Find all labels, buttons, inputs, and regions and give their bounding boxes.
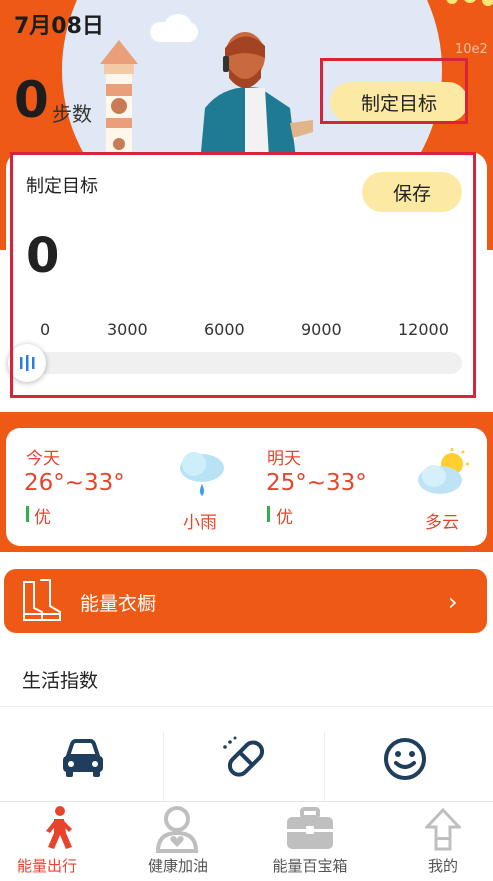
walking-person-icon: [46, 806, 72, 849]
tomorrow-condition: 多云: [425, 513, 459, 533]
tab-label: 我的: [427, 857, 458, 875]
chevron-right-icon: ›: [448, 588, 458, 616]
steps-count: 0: [14, 71, 49, 129]
aqi-indicator: [26, 506, 29, 522]
tab-toolbox[interactable]: 能量百宝箱: [250, 801, 370, 881]
date-label: 7月08日: [14, 14, 104, 39]
tomorrow-temp: 25°~33°: [266, 470, 367, 496]
today-temp: 26°~33°: [24, 470, 125, 496]
steps-unit-label: 步数: [52, 102, 92, 126]
today-condition: 小雨: [183, 513, 217, 533]
tab-health[interactable]: 健康加油: [118, 801, 238, 881]
paw-icon: [446, 0, 493, 6]
tab-energy-travel[interactable]: 能量出行: [0, 801, 120, 881]
life-index-title: 生活指数: [22, 670, 99, 692]
light-rain-icon: [180, 452, 224, 496]
today-aqi: 优: [34, 508, 51, 528]
boots-icon: [23, 579, 61, 621]
divider: [163, 732, 164, 802]
toolbox-icon: [287, 807, 333, 849]
highlight-frame-goal-card: [10, 152, 476, 398]
tab-label: 健康加油: [147, 857, 208, 875]
car-icon[interactable]: [60, 738, 106, 780]
divider: [324, 732, 325, 802]
highlight-frame-goal-button: [320, 58, 468, 124]
tab-label: 能量出行: [16, 857, 77, 875]
divider: [0, 706, 493, 707]
partly-cloudy-icon: [418, 448, 469, 494]
smiley-icon[interactable]: [382, 736, 428, 782]
faint-label: 10e2: [455, 42, 488, 57]
tomorrow-label: 明天: [267, 449, 301, 469]
tomorrow-aqi: 优: [276, 508, 293, 528]
energy-wardrobe-button[interactable]: [4, 569, 487, 633]
today-label: 今天: [26, 449, 60, 469]
tab-label: 能量百宝箱: [272, 857, 348, 875]
tab-mine[interactable]: 我的: [383, 801, 493, 881]
home-arrow-icon: [425, 807, 461, 851]
aqi-indicator: [267, 506, 270, 522]
pill-icon[interactable]: [220, 734, 270, 782]
health-icon: [155, 806, 199, 853]
energy-wardrobe-label: 能量衣橱: [80, 593, 157, 615]
